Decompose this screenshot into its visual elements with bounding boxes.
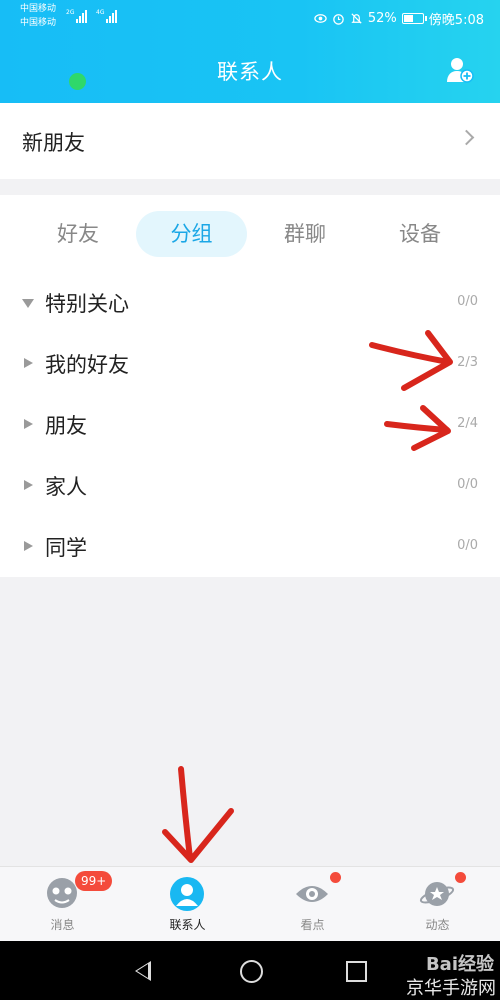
tab-groups[interactable]: 分组: [136, 211, 247, 257]
group-row-family[interactable]: 家人 0/0: [0, 455, 500, 516]
eye-icon: [296, 886, 328, 902]
clock: 傍晚5:08: [428, 13, 484, 28]
group-row-special-care[interactable]: 特别关心 0/0: [0, 272, 500, 333]
header-bar: 中国移动 中国移动 2G 4G 52% 傍晚5:08 联系人: [0, 0, 500, 103]
add-contact-icon[interactable]: [446, 56, 474, 84]
status-right: 52% 傍晚5:08: [314, 9, 484, 28]
collapsed-caret-icon: [24, 541, 33, 551]
nav-feed[interactable]: 动态: [375, 867, 500, 942]
back-icon[interactable]: [135, 961, 151, 981]
notification-dot: [330, 872, 341, 883]
signal-2-icon: 4G: [96, 9, 118, 23]
group-count: 0/0: [457, 294, 478, 309]
group-count: 0/0: [457, 477, 478, 492]
annotation-arrow-3: [178, 766, 193, 861]
group-name: 特别关心: [45, 292, 129, 316]
battery-icon: [401, 13, 427, 24]
carrier-1: 中国移动: [20, 4, 57, 14]
nav-label: 看点: [300, 918, 325, 932]
nav-contacts[interactable]: 联系人: [125, 867, 250, 942]
notification-dot: [455, 872, 466, 883]
group-name: 同学: [45, 536, 87, 560]
eye-comfort-icon: [314, 14, 327, 23]
group-row-my-friends[interactable]: 我的好友 2/3: [0, 333, 500, 394]
mute-icon: [351, 13, 362, 24]
tab-friends[interactable]: 好友: [30, 211, 126, 257]
group-row-friends[interactable]: 朋友 2/4: [0, 394, 500, 455]
group-name: 朋友: [45, 414, 87, 438]
group-name: 家人: [45, 475, 87, 499]
group-count: 2/3: [457, 355, 478, 370]
group-count: 0/0: [457, 538, 478, 553]
signal-1-icon: 2G: [66, 9, 88, 23]
network-type-2: 4G: [96, 9, 105, 16]
alarm-icon: [333, 14, 344, 25]
page-title: 联系人: [217, 60, 283, 84]
new-friends-label: 新朋友: [22, 131, 85, 155]
network-type-1: 2G: [66, 9, 75, 16]
group-row-classmates[interactable]: 同学 0/0: [0, 516, 500, 577]
watermark-site: 京华手游网: [406, 978, 496, 999]
battery-percent: 52%: [367, 11, 397, 26]
tab-devices[interactable]: 设备: [372, 211, 468, 257]
carrier-2: 中国移动: [20, 18, 57, 28]
nav-label: 联系人: [169, 918, 206, 932]
unread-badge: 99+: [75, 871, 113, 891]
group-count: 2/4: [457, 416, 478, 431]
expanded-caret-icon: [22, 299, 34, 308]
nav-discover[interactable]: 看点: [250, 867, 375, 942]
contacts-panel: 好友 分组 群聊 设备 特别关心 0/0 我的好友 2/3 朋友 2/4 家人 …: [0, 195, 500, 577]
watermark-logo: Bai经验: [425, 954, 494, 975]
new-friends-row[interactable]: 新朋友: [0, 103, 500, 179]
collapsed-caret-icon: [24, 358, 33, 368]
tab-group-chats[interactable]: 群聊: [257, 211, 353, 257]
status-bar: 中国移动 中国移动 2G 4G 52% 傍晚5:08: [0, 0, 500, 34]
contacts-icon: [170, 877, 204, 911]
chevron-right-icon: [458, 129, 475, 146]
contact-tabs: 好友 分组 群聊 设备: [0, 211, 500, 257]
bottom-nav: 99+ 消息 联系人 看点 动态: [0, 866, 500, 942]
recents-icon[interactable]: [346, 961, 367, 982]
collapsed-caret-icon: [24, 480, 33, 490]
planet-icon: [419, 882, 455, 906]
nav-label: 消息: [50, 918, 75, 932]
home-icon[interactable]: [240, 960, 263, 983]
nav-label: 动态: [425, 918, 450, 932]
nav-messages[interactable]: 99+ 消息: [0, 867, 125, 942]
group-name: 我的好友: [45, 353, 129, 377]
annotation-arrow-3-head: [162, 808, 234, 863]
collapsed-caret-icon: [24, 419, 33, 429]
